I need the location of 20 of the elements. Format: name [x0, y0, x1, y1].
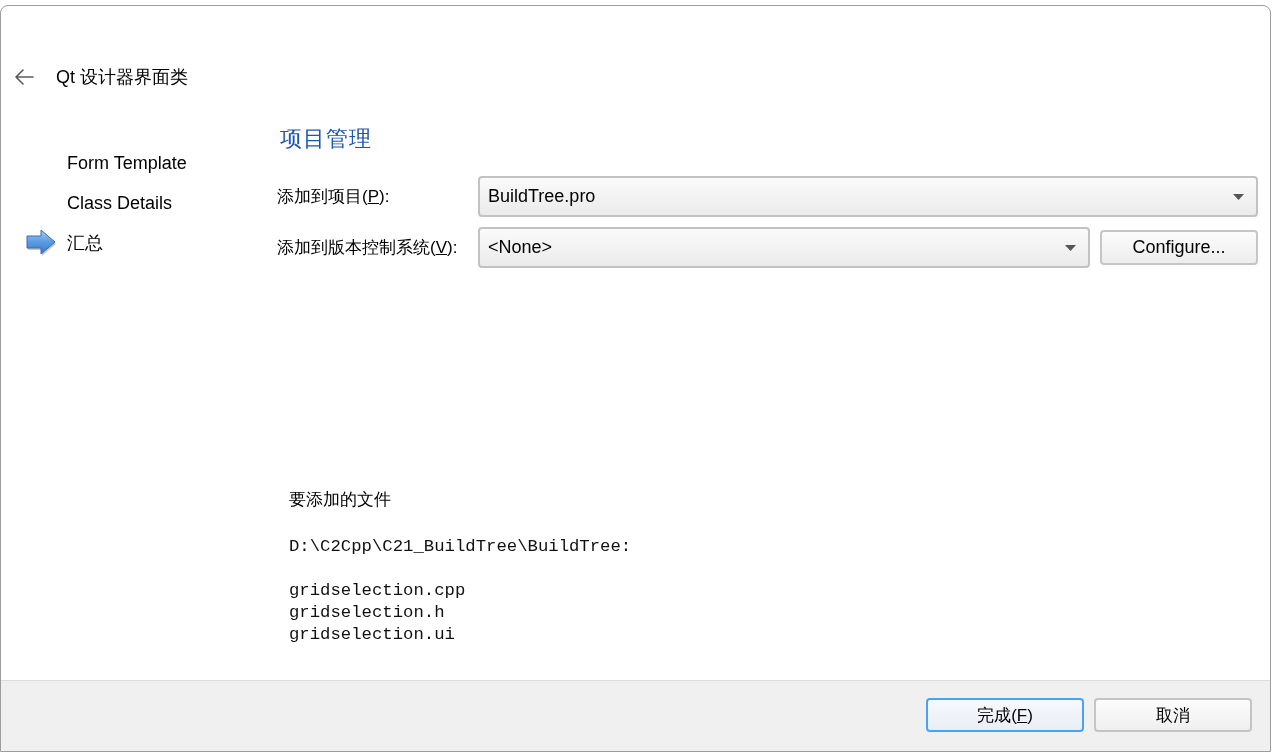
- dropdown[interactable]: <None>: [478, 227, 1090, 268]
- dialog-title: Qt 设计器界面类: [56, 66, 188, 89]
- left-arrow-icon[interactable]: [14, 69, 34, 85]
- wizard-step: Form Template: [67, 151, 187, 175]
- section-heading: 项目管理: [280, 126, 372, 152]
- wizard-step: 汇总: [67, 231, 103, 255]
- dialog-button[interactable]: 取消: [1094, 698, 1252, 732]
- field-label: 添加到项目(P):: [277, 185, 391, 208]
- file-name: gridselection.cpp: [289, 580, 466, 602]
- dialog-button[interactable]: 完成(F): [926, 698, 1084, 732]
- dropdown[interactable]: BuildTree.pro: [478, 176, 1258, 217]
- file-path: D:\C2Cpp\C21_BuildTree\BuildTree:: [289, 536, 632, 558]
- file-name: gridselection.ui: [289, 624, 455, 646]
- file-name: gridselection.h: [289, 602, 445, 624]
- configure-button[interactable]: Configure...: [1100, 230, 1258, 265]
- field-label: 添加到版本控制系统(V):: [277, 236, 459, 259]
- wizard-step: Class Details: [67, 191, 173, 215]
- caret-icon: [1065, 244, 1076, 251]
- caret-icon: [1233, 193, 1244, 200]
- files-heading: 要添加的文件: [289, 489, 391, 511]
